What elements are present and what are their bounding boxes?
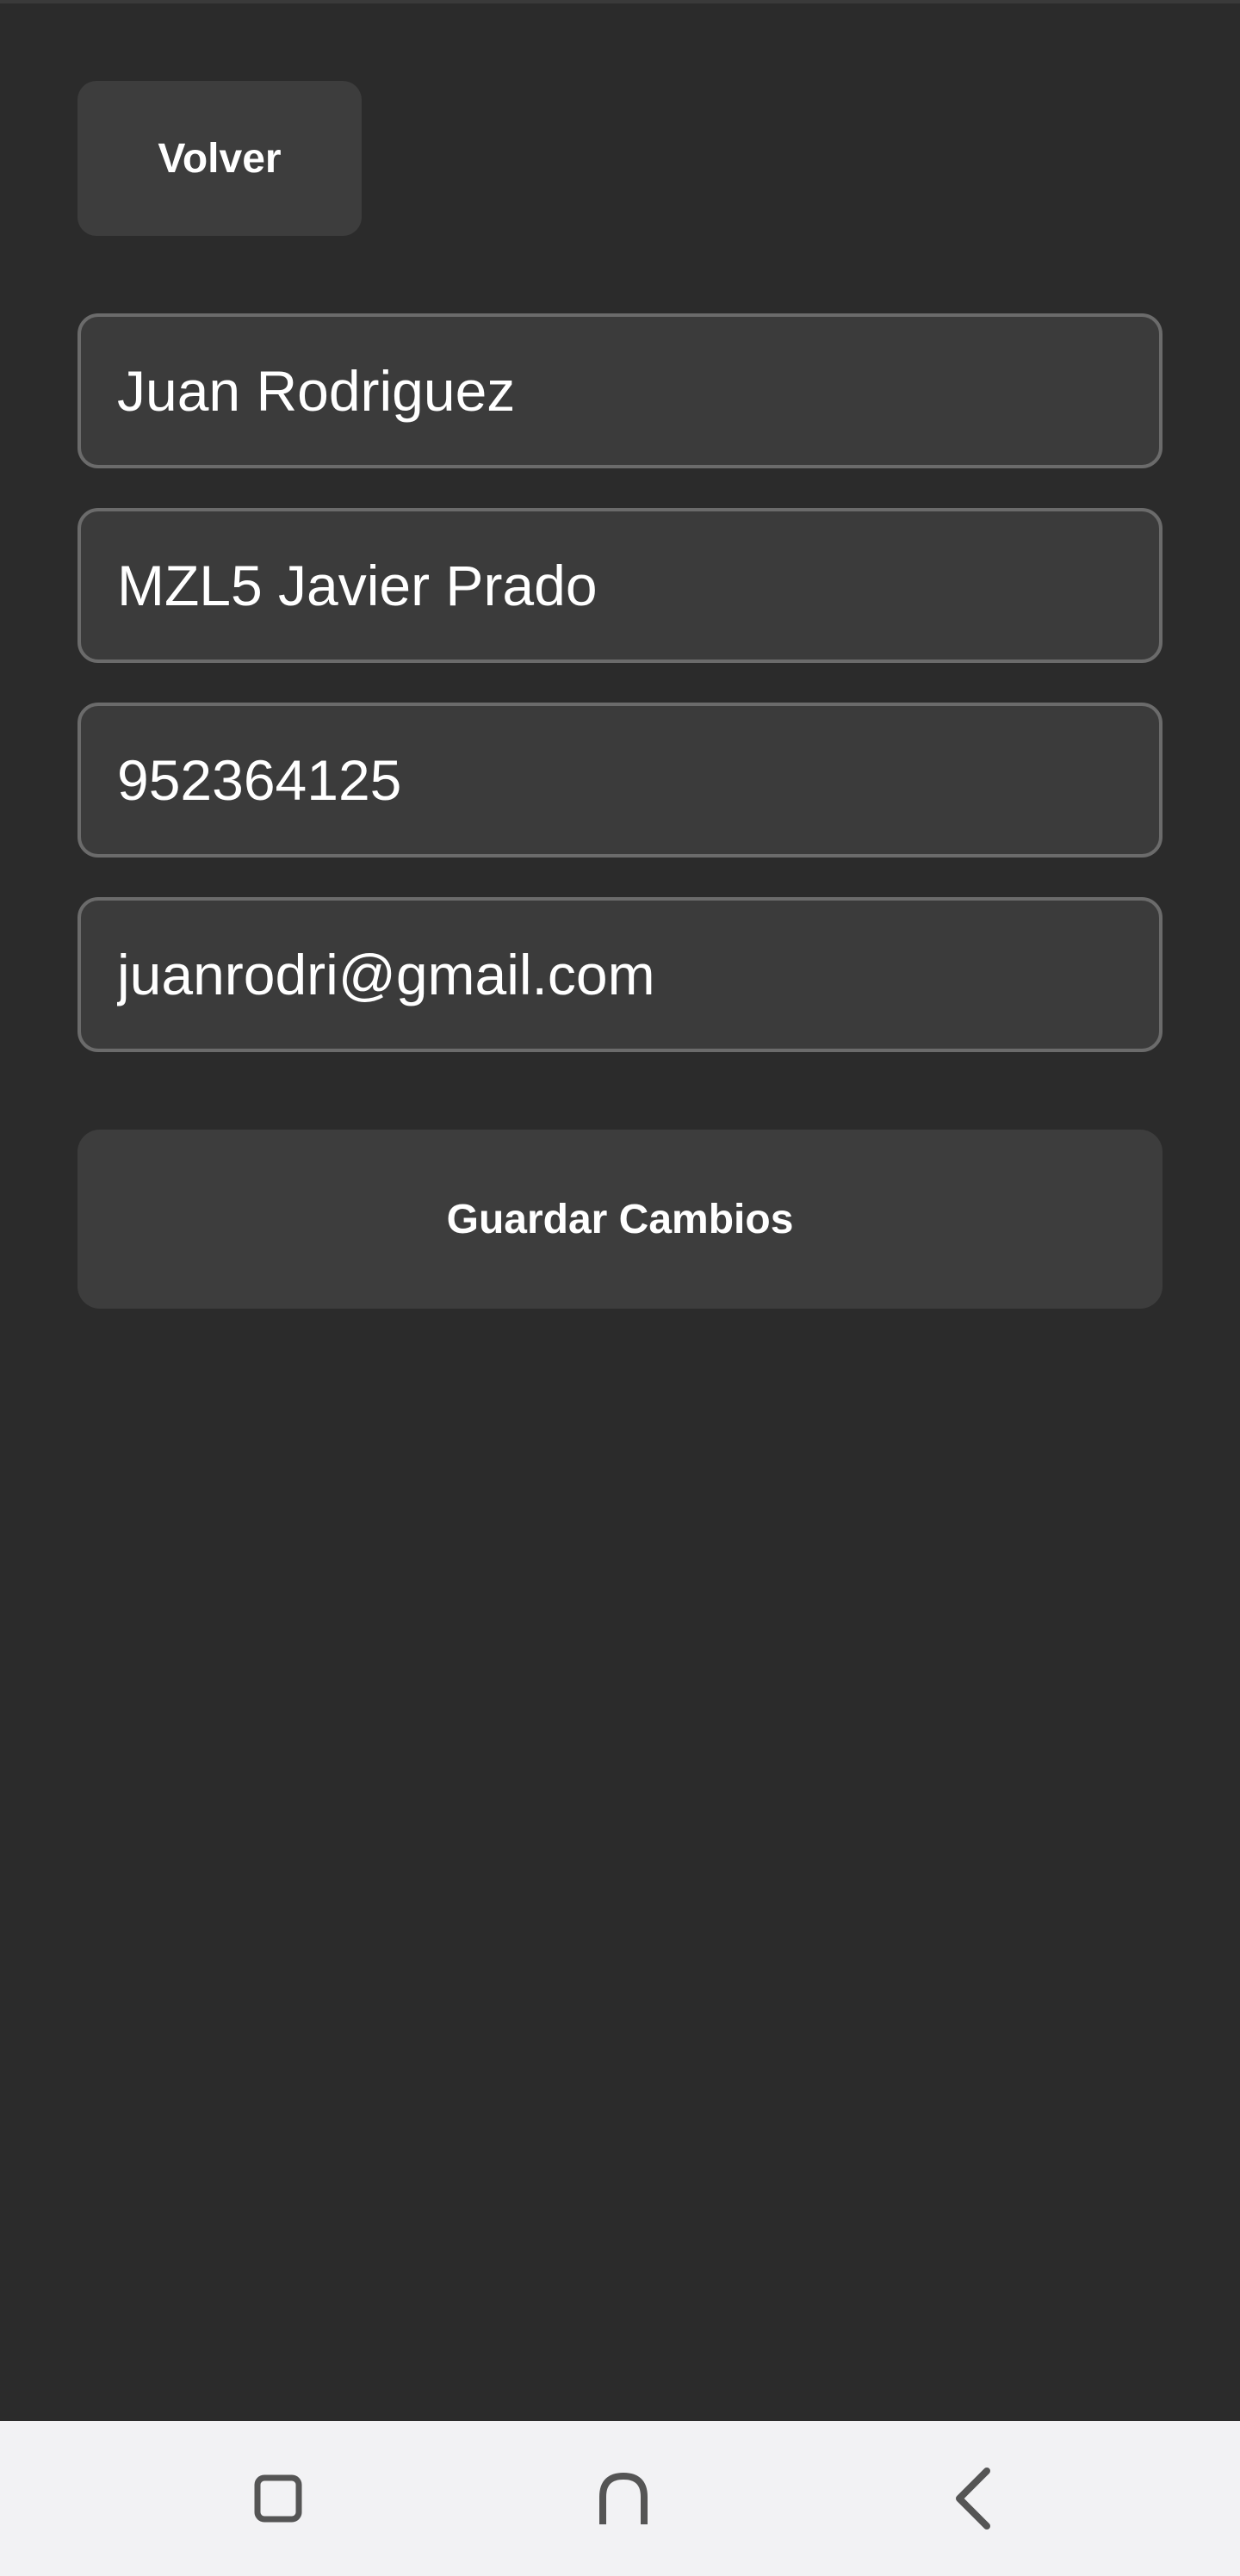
recents-button[interactable] <box>235 2455 321 2542</box>
back-icon <box>956 2468 990 2530</box>
system-navigation-bar <box>0 2421 1240 2576</box>
home-icon <box>599 2473 648 2524</box>
back-nav-button[interactable] <box>930 2455 1016 2542</box>
edit-profile-screen: Volver Guardar Cambios <box>0 0 1240 2421</box>
back-button[interactable]: Volver <box>78 81 362 236</box>
name-field[interactable] <box>78 313 1162 468</box>
phone-field[interactable] <box>78 703 1162 858</box>
address-field[interactable] <box>78 508 1162 663</box>
home-button[interactable] <box>580 2455 666 2542</box>
email-field[interactable] <box>78 897 1162 1052</box>
recents-icon <box>254 2474 302 2523</box>
save-changes-button[interactable]: Guardar Cambios <box>78 1130 1162 1309</box>
